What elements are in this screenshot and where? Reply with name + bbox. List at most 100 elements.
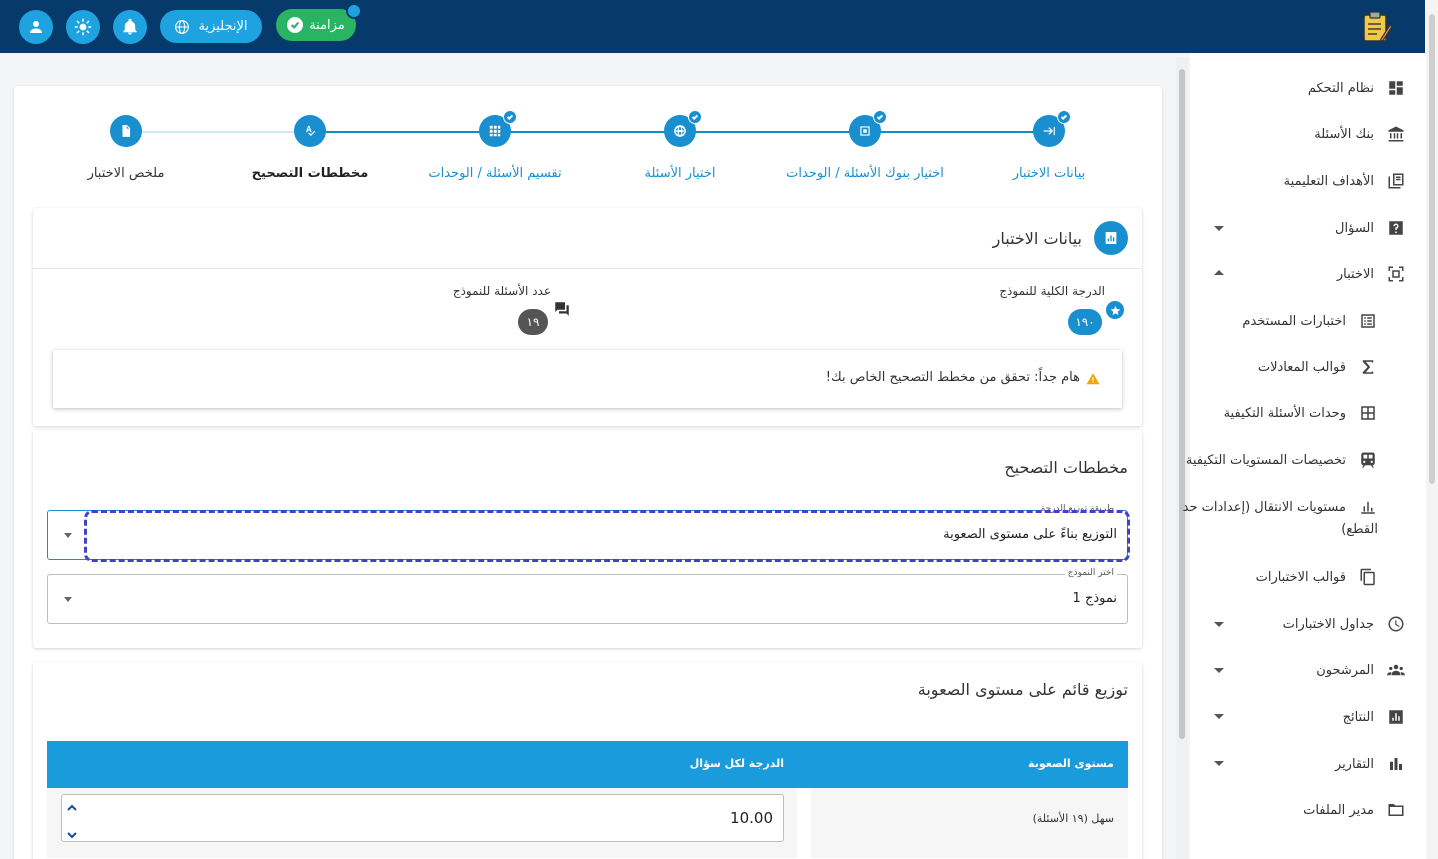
chevron-down-icon[interactable] [1214, 226, 1224, 231]
clock-icon [1386, 614, 1406, 634]
sidebar-item-equation-templates[interactable]: قوالب المعادلات [1258, 352, 1378, 382]
sidebar-item-exam-templates[interactable]: قوالب الاختبارات [1256, 562, 1378, 592]
sidebar-item-label: نظام التحكم [1307, 80, 1374, 96]
language-label: الإنجليزية [198, 19, 248, 34]
col-difficulty-level: مستوى الصعوبة [1028, 757, 1114, 770]
sidebar-item-results[interactable]: النتائج [1343, 702, 1406, 732]
table-header: مستوى الصعوبة الدرجة لكل سؤال [47, 741, 1128, 788]
exam-icon [1386, 264, 1406, 284]
score-per-question-input[interactable]: 10.00 [61, 794, 784, 842]
sync-status-dot [346, 3, 362, 19]
sidebar-item-adaptive-units[interactable]: وحدات الأسئلة التكيفية [1224, 398, 1378, 428]
sidebar-item-label: المرشحون [1316, 662, 1374, 678]
sidebar-item-label: تخصيصات المستويات التكيفية [1185, 452, 1346, 468]
sidebar-item-learning-objectives[interactable]: الأهداف التعليمية [1284, 166, 1406, 196]
exam-data-section: بيانات الاختبار الدرجة الكلية للنموذج ١٩… [33, 208, 1142, 426]
step-label-exam-data[interactable]: بيانات الاختبار [1013, 166, 1086, 181]
sidebar-item-label: مستويات الانتقال (إعدادات حد [1182, 499, 1346, 515]
train-icon [1358, 450, 1378, 470]
assessment-icon [1094, 221, 1128, 255]
sidebar-item-label: قوالب الاختبارات [1255, 569, 1346, 585]
user-button[interactable] [19, 10, 53, 44]
sync-button[interactable]: مزامنة [276, 3, 362, 41]
forum-icon [553, 300, 571, 318]
alert-text: هام جداً: تحقق من مخطط التصحيح الخاص بك! [825, 370, 1080, 385]
chevron-down-icon[interactable] [1214, 622, 1224, 627]
step-split-questions[interactable] [479, 110, 517, 147]
sidebar-item-dashboard[interactable]: نظام التحكم [1308, 73, 1406, 103]
step-exam-data[interactable] [1033, 110, 1071, 147]
main-scrollbar-thumb[interactable] [1179, 69, 1185, 739]
sidebar-item-label: النتائج [1342, 709, 1374, 725]
step-grading-schemes[interactable] [294, 115, 326, 147]
step-exam-summary[interactable] [110, 115, 142, 147]
step-question-banks[interactable] [849, 110, 887, 147]
document-icon [122, 125, 131, 137]
total-score-badge: ١٩٠ [1068, 309, 1102, 335]
model-legend: اختر النموذج [1064, 568, 1117, 578]
step-check-icon [873, 110, 887, 124]
sidebar-item-label: جداول الاختبارات [1282, 616, 1374, 632]
decrement-icon[interactable] [66, 826, 78, 839]
step-label-question-banks[interactable]: اختيار بنوك الأسئلة / الوحدات [786, 166, 944, 181]
chevron-down-icon[interactable] [1214, 714, 1224, 719]
sidebar-item-label: بنك الأسئلة [1314, 126, 1374, 142]
dashboard-icon [1386, 78, 1406, 98]
people-icon [1386, 660, 1406, 680]
language-button[interactable]: الإنجليزية [160, 10, 262, 43]
warning-icon [1086, 373, 1100, 385]
sidebar-item-question-bank[interactable]: بنك الأسئلة [1314, 119, 1406, 149]
app-logo-icon [1361, 9, 1393, 43]
chevron-up-icon[interactable] [1214, 270, 1224, 275]
sidebar-item-user-exams[interactable]: اختبارات المستخدم [1242, 306, 1378, 336]
sidebar-item-adaptive-level-settings[interactable]: تخصيصات المستويات التكيفية [1186, 445, 1378, 475]
page-scrollbar-thumb[interactable] [1429, 14, 1435, 484]
sidebar-item-label: التقارير [1334, 756, 1374, 772]
question-icon [1386, 218, 1406, 238]
step-check-icon [688, 110, 702, 124]
chevron-down-icon[interactable] [1214, 761, 1224, 766]
bell-icon [123, 18, 137, 35]
step-label-select-questions[interactable]: اختيار الأسئلة [645, 166, 716, 181]
chevron-down-icon[interactable] [1214, 668, 1224, 673]
user-icon [30, 21, 42, 33]
chevron-down-icon [64, 597, 72, 602]
increment-icon[interactable] [66, 799, 78, 811]
grid-icon [1358, 403, 1378, 423]
sidebar: نظام التحكم بنك الأسئلة الأهداف التعليمي… [1183, 53, 1426, 859]
stepper-line-pending [126, 131, 310, 133]
sidebar-item-reports[interactable]: التقارير [1335, 749, 1406, 779]
sidebar-item-label: وحدات الأسئلة التكيفية [1223, 405, 1346, 421]
page-scrollbar[interactable] [1426, 0, 1438, 859]
folder-icon [1386, 800, 1406, 820]
sidebar-item-file-manager[interactable]: مدير الملفات [1303, 795, 1406, 825]
model-select[interactable]: اختر النموذج نموذج 1 [47, 568, 1128, 624]
sidebar-item-label: السؤال [1335, 220, 1374, 236]
bar-icon [1358, 497, 1378, 517]
grading-alert: هام جداً: تحقق من مخطط التصحيح الخاص بك! [53, 350, 1122, 408]
section-divider [33, 268, 1142, 269]
sidebar-item-exam[interactable]: الاختبار [1337, 259, 1406, 289]
sidebar-item-transition-levels[interactable]: مستويات الانتقال (إعدادات حد [1183, 492, 1378, 522]
grading-schemes-title: مخططات التصحيح [1004, 458, 1128, 477]
step-label-exam-summary[interactable]: ملخص الاختبار [88, 166, 165, 181]
sidebar-item-label: الاختبار [1336, 266, 1374, 282]
step-label-split-questions[interactable]: تقسيم الأسئلة / الوحدات [428, 166, 561, 181]
sync-label: مزامنة [309, 17, 345, 33]
copy-icon [1358, 567, 1378, 587]
sun-icon [74, 18, 92, 36]
sidebar-item-question[interactable]: السؤال [1335, 213, 1406, 243]
sidebar-item-exam-schedules[interactable]: جداول الاختبارات [1283, 609, 1406, 639]
notifications-button[interactable] [113, 10, 147, 44]
question-count-badge: ١٩ [518, 309, 548, 335]
results-icon [1386, 707, 1406, 727]
spellcheck-icon [305, 125, 316, 136]
sidebar-item-candidates[interactable]: المرشحون [1316, 655, 1406, 685]
chevron-down-icon [64, 533, 72, 538]
theme-toggle-button[interactable] [66, 10, 100, 44]
chart-icon [1386, 754, 1406, 774]
sidebar-item-label: مدير الملفات [1303, 802, 1374, 818]
difficulty-title: توزيع قائم على مستوى الصعوبة [917, 680, 1128, 699]
step-label-grading-schemes[interactable]: مخططات التصحيح [252, 166, 369, 181]
step-select-questions[interactable] [664, 110, 702, 147]
